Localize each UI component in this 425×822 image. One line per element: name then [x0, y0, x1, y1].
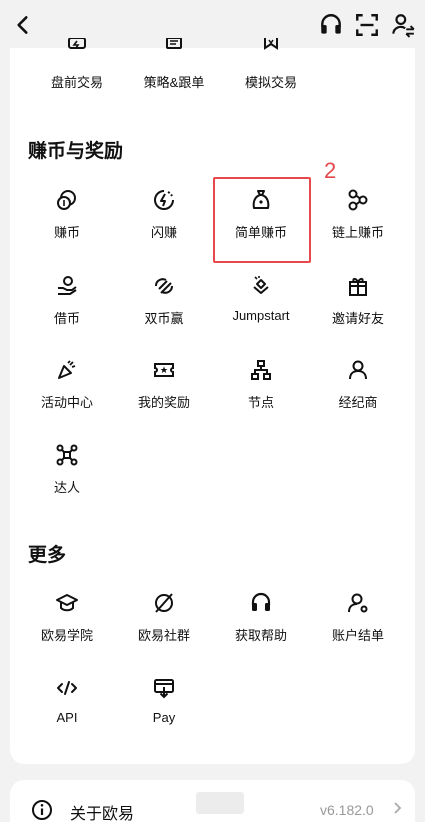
flash-earn-icon: [154, 190, 174, 210]
grid-item-label: 赚币: [53, 225, 80, 240]
info-icon: [32, 800, 52, 820]
grid-item-label: 盘前交易: [50, 75, 103, 90]
grid-item-dual-investment[interactable]: 双币赢: [114, 274, 214, 354]
about-row[interactable]: 关于欧易 v6.182.0: [10, 780, 415, 822]
grid-item-jumpstart[interactable]: Jumpstart: [211, 274, 311, 354]
demo-trading-icon: [264, 38, 278, 50]
annotation-highlight-box: [213, 177, 311, 263]
grid-item-expert[interactable]: 达人: [17, 443, 117, 523]
onchain-earn-icon: [348, 189, 368, 211]
grid-item-pre-market[interactable]: 盘前交易: [27, 38, 127, 118]
grid-item-events[interactable]: 活动中心: [17, 358, 117, 438]
loan-icon: [58, 276, 77, 295]
grid-item-label: 获取帮助: [234, 628, 287, 643]
grid-item-account-statement[interactable]: 账户结单: [308, 591, 408, 671]
gift-icon: [349, 278, 367, 296]
grid-item-invite-friends[interactable]: 邀请好友: [308, 274, 408, 354]
account-switch-icon[interactable]: [390, 12, 416, 38]
scan-icon[interactable]: [354, 12, 380, 38]
grid-item-label: 我的奖励: [137, 395, 190, 410]
api-icon: [57, 681, 77, 695]
broker-icon: [349, 360, 367, 380]
grid-item-label: 经纪商: [338, 395, 378, 410]
grid-item-label: 双币赢: [144, 311, 184, 326]
grid-item-pay[interactable]: Pay: [114, 676, 214, 756]
grid-item-node[interactable]: 节点: [211, 358, 311, 438]
grid-item-strategy[interactable]: 策略&跟单: [124, 38, 224, 118]
headset-icon[interactable]: [318, 12, 344, 38]
academy-icon: [56, 594, 78, 612]
grid-item-label: 欧易社群: [137, 628, 190, 643]
grid-item-label: Pay: [152, 710, 176, 725]
node-icon: [251, 360, 271, 380]
about-label: 关于欧易: [70, 806, 135, 822]
grid-item-label: 模拟交易: [244, 75, 297, 90]
grid-item-label: API: [56, 710, 78, 725]
grid-item-broker[interactable]: 经纪商: [308, 358, 408, 438]
earn-section-title: 赚币与奖励: [28, 141, 124, 162]
services-card: 盘前交易 策略&跟单 模拟交易 赚币与奖励 赚币 闪赚 简单赚币 链上赚币 借币…: [10, 38, 415, 764]
expert-icon: [56, 444, 78, 466]
grid-item-label: 策略&跟单: [143, 75, 205, 90]
pre-market-icon: [68, 38, 86, 49]
strategy-icon: [166, 38, 182, 49]
grid-item-label: 闪赚: [150, 225, 177, 240]
grid-item-label: 达人: [53, 480, 80, 495]
grid-item-label: 节点: [247, 395, 274, 410]
grid-item-earn[interactable]: 赚币: [17, 188, 117, 268]
grid-item-label: 链上赚币: [331, 225, 384, 240]
support-icon: [251, 592, 271, 611]
grid-item-get-help[interactable]: 获取帮助: [211, 591, 311, 671]
events-icon: [58, 360, 76, 379]
grid-item-demo-trading[interactable]: 模拟交易: [221, 38, 321, 118]
app-version: v6.182.0: [320, 802, 374, 818]
earn-icon: [57, 190, 76, 210]
statement-icon: [348, 593, 368, 613]
dual-investment-icon: [155, 278, 173, 294]
grid-item-api[interactable]: API: [17, 676, 117, 756]
grid-item-flash-earn[interactable]: 闪赚: [114, 188, 214, 268]
grid-item-academy[interactable]: 欧易学院: [17, 591, 117, 671]
annotation-number: 2: [324, 158, 337, 183]
grid-item-label: 活动中心: [40, 395, 93, 410]
grid-item-onchain-earn[interactable]: 链上赚币: [308, 188, 408, 268]
grid-item-loan[interactable]: 借币: [17, 274, 117, 354]
pay-icon: [154, 679, 174, 699]
chevron-right-icon: [394, 802, 402, 814]
rewards-icon: [154, 363, 174, 377]
grid-item-my-rewards[interactable]: 我的奖励: [114, 358, 214, 438]
grid-item-community[interactable]: 欧易社群: [114, 591, 214, 671]
blurred-redaction: [196, 792, 244, 814]
grid-item-label: 借币: [53, 311, 80, 326]
grid-item-label: 邀请好友: [331, 311, 384, 326]
grid-item-label: Jumpstart: [232, 308, 290, 323]
grid-item-label: 欧易学院: [40, 628, 93, 643]
jumpstart-icon: [253, 276, 269, 294]
more-section-title: 更多: [28, 545, 67, 566]
back-arrow-icon[interactable]: [10, 12, 36, 38]
grid-item-label: 账户结单: [331, 628, 384, 643]
community-icon: [155, 593, 173, 613]
